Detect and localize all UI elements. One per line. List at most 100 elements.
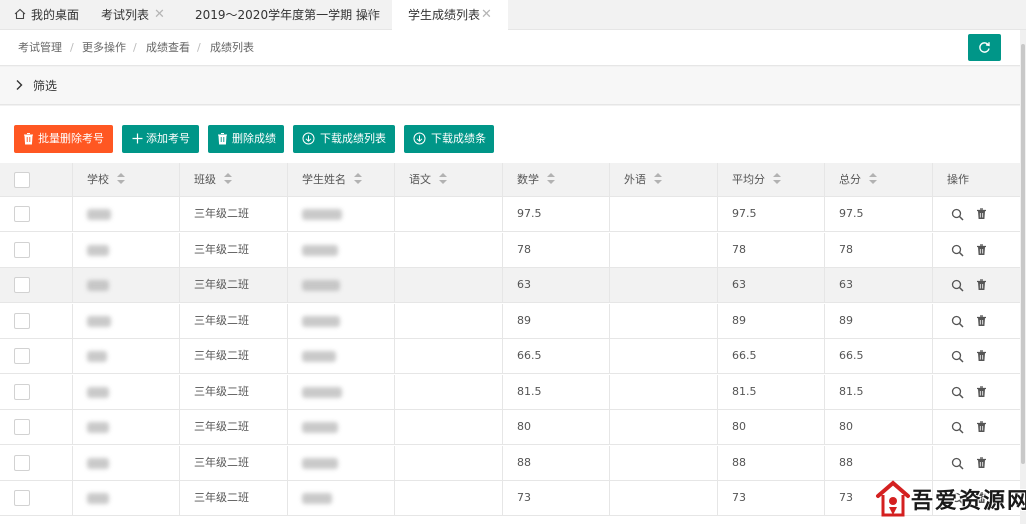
button-label: 下载成绩条 [431, 132, 486, 145]
tab-semester-ops[interactable]: 2019～2020学年度第一学期 操作 ✕ [178, 0, 392, 30]
average-cell: 66.5 [718, 339, 825, 373]
search-icon[interactable] [951, 279, 964, 292]
refresh-button[interactable] [968, 34, 1001, 61]
tab-desktop[interactable]: 我的桌面 [0, 0, 86, 30]
total-cell: 88 [825, 445, 933, 480]
search-icon[interactable] [951, 421, 964, 434]
row-checkbox[interactable] [14, 206, 30, 222]
breadcrumb-item[interactable]: 更多操作 [82, 30, 126, 66]
chinese-cell [395, 410, 503, 444]
row-checkbox[interactable] [14, 312, 30, 329]
search-icon[interactable] [951, 315, 964, 328]
row-checkbox[interactable] [14, 490, 30, 506]
trash-icon[interactable] [976, 350, 987, 362]
table-row[interactable]: 三年级二班 88 88 88 [0, 445, 1020, 481]
total-cell: 66.5 [825, 339, 933, 373]
row-checkbox[interactable] [14, 383, 30, 400]
school-cell [73, 303, 180, 338]
chinese-cell [395, 268, 503, 302]
actions-cell [933, 339, 1020, 373]
sort-icon[interactable] [117, 173, 125, 185]
trash-icon[interactable] [976, 208, 987, 220]
select-all-checkbox[interactable] [14, 172, 30, 188]
header-foreign[interactable]: 外语 [610, 163, 718, 196]
search-icon[interactable] [951, 208, 964, 221]
header-school[interactable]: 学校 [73, 163, 180, 196]
table-row[interactable]: 三年级二班 97.5 97.5 97.5 [0, 197, 1020, 232]
trash-icon[interactable] [976, 385, 987, 398]
tab-label: 考试列表 [101, 8, 150, 22]
trash-icon[interactable] [976, 456, 987, 469]
row-checkbox[interactable] [14, 454, 30, 471]
row-checkbox[interactable] [14, 277, 30, 293]
school-cell [73, 339, 180, 373]
math-cell: 89 [503, 303, 610, 338]
sort-icon[interactable] [547, 173, 555, 185]
close-icon[interactable]: ✕ [481, 0, 492, 30]
page-scrollbar[interactable] [1020, 30, 1026, 524]
trash-icon[interactable] [976, 421, 987, 433]
redacted-school [87, 493, 109, 504]
add-number-button[interactable]: 添加考号 [122, 125, 199, 153]
header-math[interactable]: 数学 [503, 163, 610, 196]
sort-icon[interactable] [439, 173, 447, 185]
close-icon[interactable]: ✕ [366, 0, 377, 30]
trash-icon[interactable] [976, 314, 987, 327]
header-label: 语文 [409, 173, 431, 186]
search-icon[interactable] [951, 350, 964, 363]
batch-delete-button[interactable]: 批量删除考号 [14, 125, 113, 153]
close-icon[interactable]: ✕ [154, 0, 165, 30]
row-checkbox[interactable] [14, 419, 30, 435]
table-row[interactable]: 三年级二班 63 63 63 [0, 268, 1020, 303]
header-average[interactable]: 平均分 [718, 163, 825, 196]
sort-icon[interactable] [773, 173, 781, 185]
download-list-button[interactable]: 下载成绩列表 [293, 125, 395, 153]
name-cell [288, 374, 395, 409]
foreign-cell [610, 481, 718, 515]
breadcrumb-item[interactable]: 考试管理 [18, 30, 62, 66]
chinese-cell [395, 232, 503, 267]
header-class[interactable]: 班级 [180, 163, 288, 196]
tab-exam-list[interactable]: 考试列表 ✕ [86, 0, 178, 30]
tab-score-list[interactable]: 学生成绩列表 ✕ [392, 0, 508, 30]
chinese-cell [395, 197, 503, 231]
row-checkbox[interactable] [14, 348, 30, 364]
select-cell [0, 339, 73, 373]
sort-icon[interactable] [869, 173, 877, 185]
header-chinese[interactable]: 语文 [395, 163, 503, 196]
header-name[interactable]: 学生姓名 [288, 163, 395, 196]
breadcrumb-item[interactable]: 成绩查看 [146, 30, 190, 66]
filter-panel-header[interactable]: 筛选 [0, 67, 1020, 105]
trash-icon[interactable] [976, 279, 987, 291]
delete-scores-button[interactable]: 删除成绩 [208, 125, 284, 153]
scrollbar-thumb[interactable] [1021, 44, 1025, 464]
trash-icon[interactable] [976, 243, 987, 256]
redacted-school [87, 386, 109, 398]
actions-cell [933, 197, 1020, 231]
name-cell [288, 481, 395, 515]
download-slips-button[interactable]: 下载成绩条 [404, 125, 494, 153]
search-icon[interactable] [951, 386, 964, 399]
table-row[interactable]: 三年级二班 81.5 81.5 81.5 [0, 374, 1020, 410]
header-actions: 操作 [933, 163, 1020, 196]
row-checkbox[interactable] [14, 241, 30, 258]
redacted-school [87, 351, 107, 362]
table-row[interactable]: 三年级二班 80 80 80 [0, 410, 1020, 445]
foreign-cell [610, 197, 718, 231]
chevron-right-icon [16, 80, 23, 90]
sort-icon[interactable] [654, 173, 662, 185]
search-icon[interactable] [951, 457, 964, 470]
total-cell: 97.5 [825, 197, 933, 231]
table-row[interactable]: 三年级二班 66.5 66.5 66.5 [0, 339, 1020, 374]
sort-icon[interactable] [354, 173, 362, 185]
table-row[interactable]: 三年级二班 78 78 78 [0, 232, 1020, 268]
search-icon[interactable] [951, 244, 964, 257]
sort-icon[interactable] [224, 173, 232, 185]
header-total[interactable]: 总分 [825, 163, 933, 196]
class-cell: 三年级二班 [180, 232, 288, 267]
table-row[interactable]: 三年级二班 73 73 73 [0, 481, 1020, 516]
table-row[interactable]: 三年级二班 89 89 89 [0, 303, 1020, 339]
header-label: 班级 [194, 173, 216, 186]
download-circle-icon [413, 132, 426, 145]
tab-label: 2019～2020学年度第一学期 操作 [195, 8, 380, 22]
